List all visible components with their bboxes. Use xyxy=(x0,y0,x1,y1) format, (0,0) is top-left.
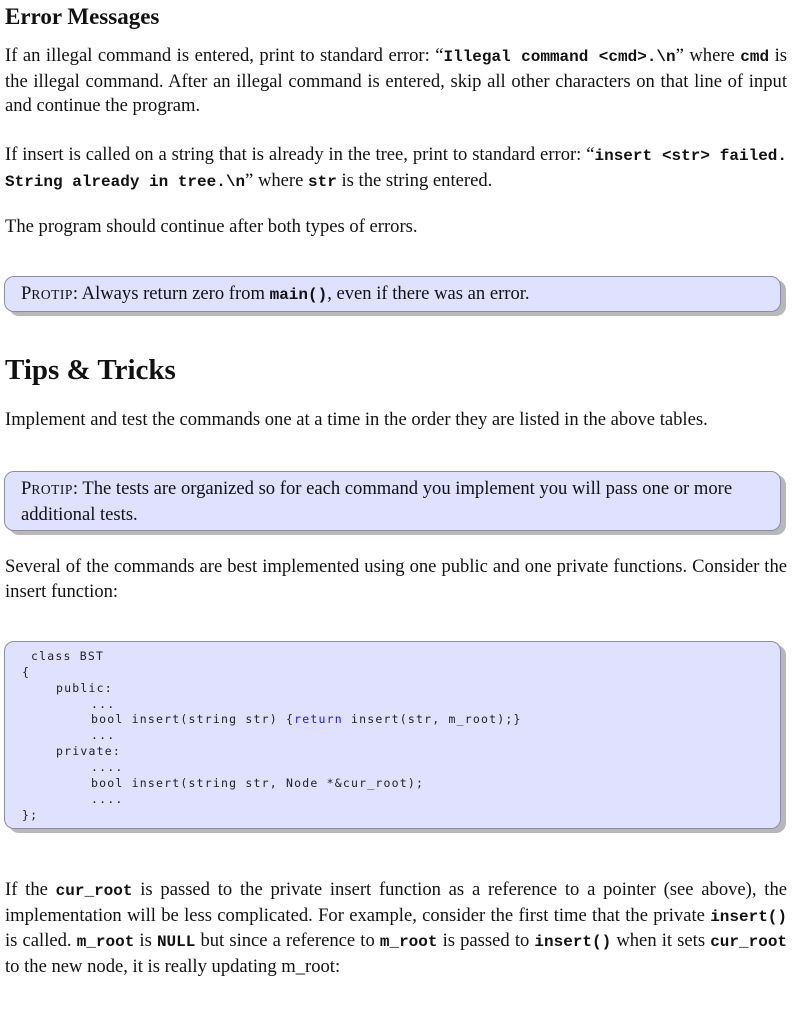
inline-code: Illegal command <cmd>.\n xyxy=(443,48,676,66)
text: ” where xyxy=(675,45,741,66)
inline-code: m_root xyxy=(76,933,135,951)
text: is passed to xyxy=(437,930,535,951)
inline-code: str xyxy=(308,172,337,191)
code-line: }; xyxy=(22,808,39,822)
code-line: bool insert(string str, Node *&cur_root)… xyxy=(91,776,425,790)
public-private-paragraph: Several of the commands are best impleme… xyxy=(5,556,787,602)
text: , even if there was an error. xyxy=(327,283,530,304)
text: is the string entered. xyxy=(336,169,493,191)
code-line: private: xyxy=(56,744,121,758)
section-heading-tips-tricks: Tips & Tricks xyxy=(5,354,176,386)
text: : xyxy=(72,478,83,499)
text: when it sets xyxy=(611,930,711,951)
code-line: ... xyxy=(91,728,116,742)
inline-code: insert() xyxy=(710,907,787,926)
code-line: .... xyxy=(91,792,124,806)
inline-code: cur_root xyxy=(55,882,133,900)
protip-box-return-zero: PROTIP: Always return zero from main(), … xyxy=(4,276,781,312)
text: but since a reference to xyxy=(195,930,380,951)
text: ” where xyxy=(245,169,309,191)
text: The tests are organized so for each comm… xyxy=(21,478,733,525)
code-keyword-return: return xyxy=(294,712,343,726)
text: Always return zero from xyxy=(81,283,270,304)
text: If an illegal command is entered, print … xyxy=(5,45,444,66)
section-heading-error-messages: Error Messages xyxy=(5,4,160,29)
code-line: .... xyxy=(91,760,124,774)
illegal-command-paragraph: If an illegal command is entered, print … xyxy=(5,44,787,119)
inline-code: insert() xyxy=(534,933,612,951)
protip-box-tests-organized: PROTIP: The tests are organized so for e… xyxy=(4,471,781,531)
text: to the new node, it is really updating m… xyxy=(5,955,341,977)
text: If the xyxy=(5,879,56,900)
reference-pointer-paragraph: If the cur_root is passed to the private… xyxy=(5,878,787,979)
protip-label: PROTIP xyxy=(21,478,73,499)
code-line: ... xyxy=(91,697,116,711)
inline-code: cmd xyxy=(740,48,770,66)
text: is called. xyxy=(5,930,77,951)
code-line: class BST xyxy=(31,649,105,663)
text: If insert is called on a string that is … xyxy=(5,144,595,165)
code-line: bool insert(string str) {return insert(s… xyxy=(91,712,522,726)
protip-label: PROTIP xyxy=(21,283,73,304)
code-line: { xyxy=(22,665,31,679)
inline-code: m_root xyxy=(379,933,438,951)
inline-code: main() xyxy=(269,286,328,304)
text: : xyxy=(72,283,82,304)
continue-paragraph: The program should continue after both t… xyxy=(5,216,418,237)
code-line: public: xyxy=(56,681,113,695)
inline-code: NULL xyxy=(156,933,196,951)
text: is xyxy=(134,930,157,951)
insert-failed-paragraph: If insert is called on a string that is … xyxy=(5,143,787,194)
code-listing-bst: class BST { public: ... bool insert(stri… xyxy=(4,641,781,829)
implement-order-paragraph: Implement and test the commands one at a… xyxy=(5,409,708,430)
inline-code: cur_root xyxy=(710,933,788,951)
